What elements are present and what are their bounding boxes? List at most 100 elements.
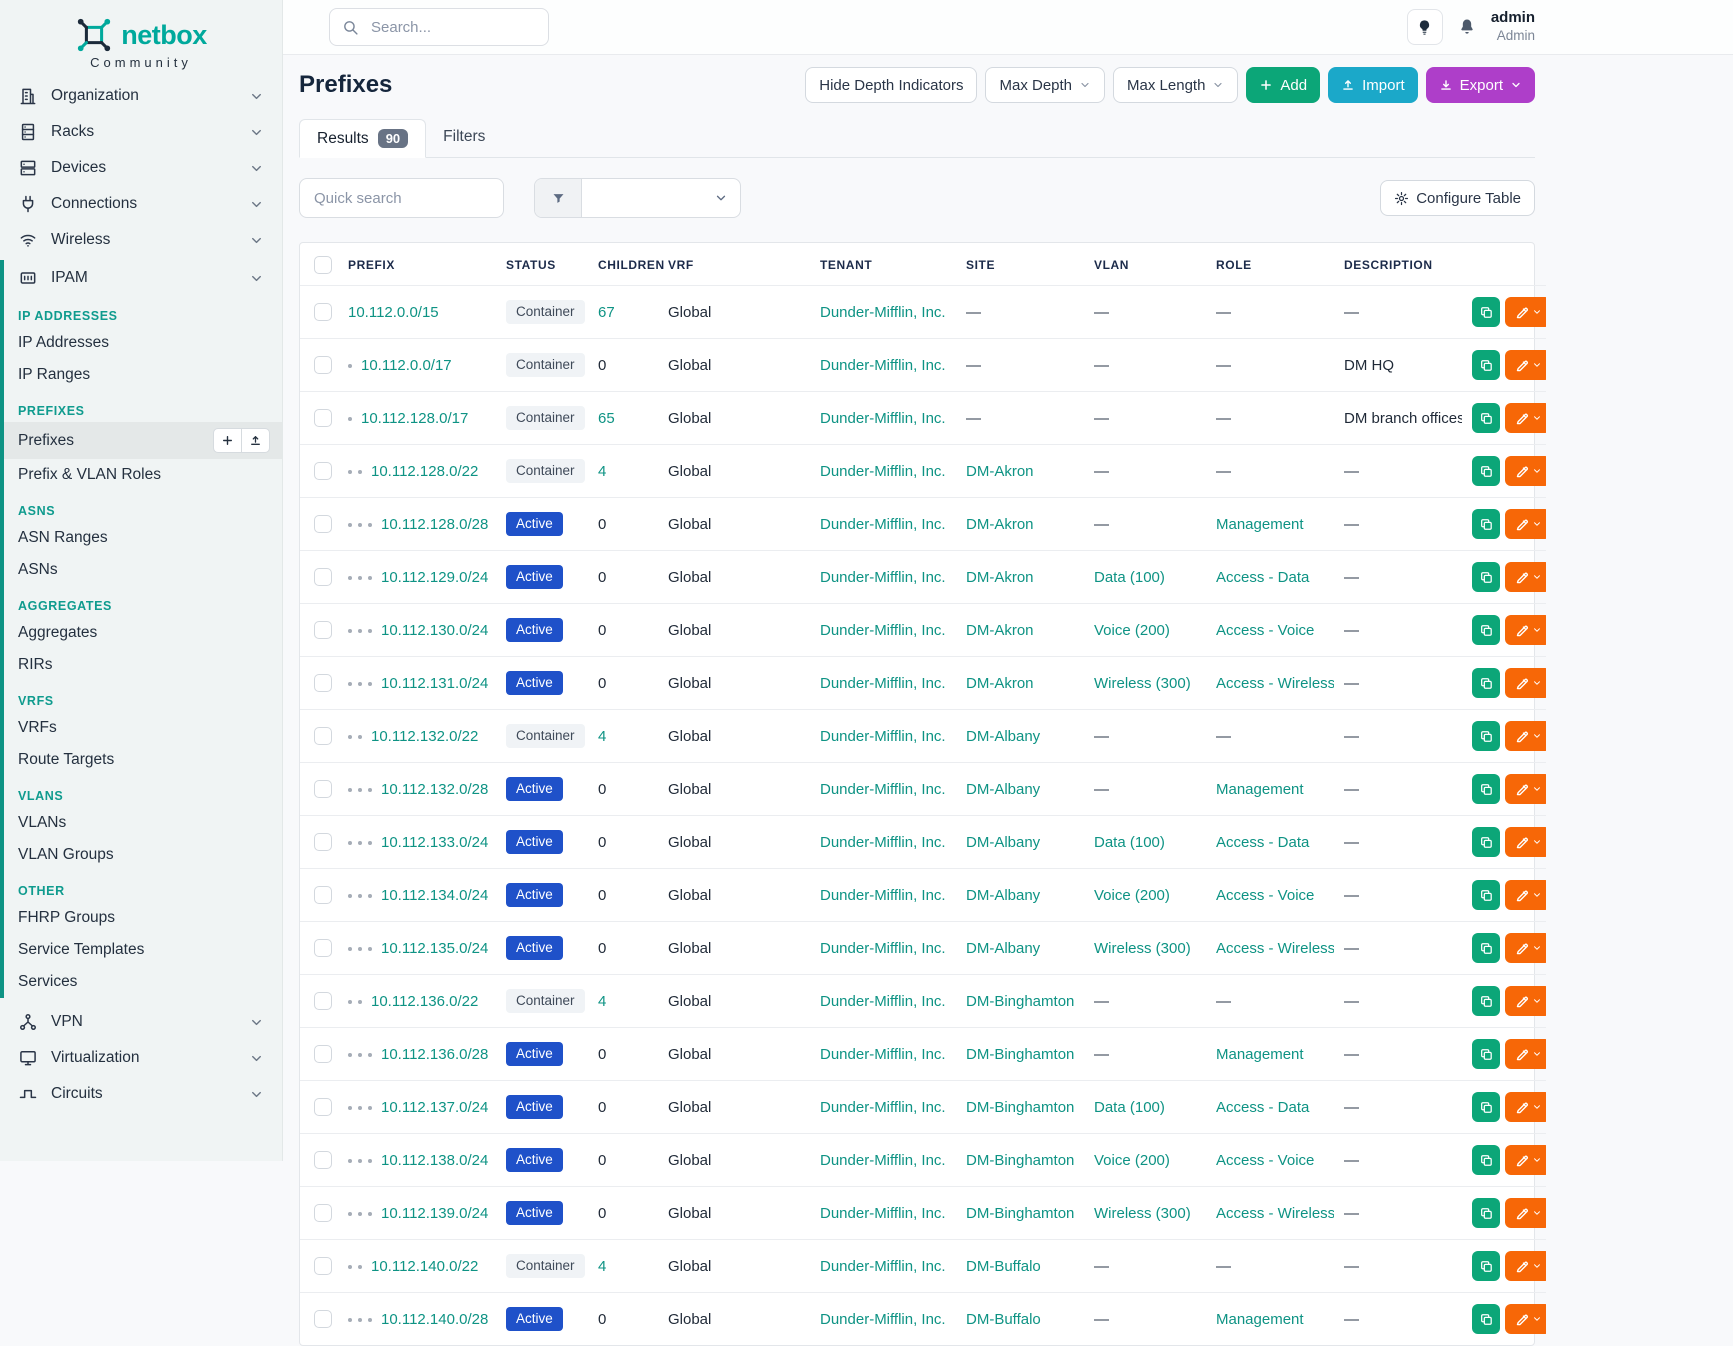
tenant-link[interactable]: Dunder-Mifflin, Inc. bbox=[820, 1099, 946, 1116]
tenant-link[interactable]: Dunder-Mifflin, Inc. bbox=[820, 1046, 946, 1063]
edit-button[interactable] bbox=[1505, 721, 1546, 751]
sidebar-item-ipam[interactable]: IPAM bbox=[4, 260, 282, 296]
sidebar-item-prefix-vlan-roles[interactable]: Prefix & VLAN Roles bbox=[4, 459, 282, 491]
vlan-link[interactable]: Data (100) bbox=[1094, 834, 1165, 851]
sidebar-item-vlan-groups[interactable]: VLAN Groups bbox=[4, 839, 282, 871]
children-link[interactable]: 4 bbox=[598, 993, 606, 1010]
hide-depth-indicators-button[interactable]: Hide Depth Indicators bbox=[805, 67, 977, 103]
tenant-link[interactable]: Dunder-Mifflin, Inc. bbox=[820, 1205, 946, 1222]
row-checkbox[interactable] bbox=[314, 356, 332, 374]
sidebar-item-asn-ranges[interactable]: ASN Ranges bbox=[4, 522, 282, 554]
prefix-link[interactable]: 10.112.140.0/22 bbox=[371, 1258, 478, 1275]
column-header-children[interactable]: CHILDREN bbox=[588, 243, 658, 286]
copy-button[interactable] bbox=[1472, 1145, 1500, 1175]
prefix-link[interactable]: 10.112.128.0/22 bbox=[371, 463, 478, 480]
prefix-link[interactable]: 10.112.135.0/24 bbox=[381, 940, 488, 957]
tenant-link[interactable]: Dunder-Mifflin, Inc. bbox=[820, 516, 946, 533]
children-link[interactable]: 65 bbox=[598, 410, 615, 427]
notifications-button[interactable] bbox=[1457, 17, 1477, 37]
role-link[interactable]: Access - Wireless bbox=[1216, 675, 1334, 692]
theme-toggle-button[interactable] bbox=[1407, 9, 1443, 45]
tenant-link[interactable]: Dunder-Mifflin, Inc. bbox=[820, 622, 946, 639]
site-link[interactable]: DM-Binghamton bbox=[966, 1099, 1074, 1116]
prefix-link[interactable]: 10.112.132.0/22 bbox=[371, 728, 478, 745]
prefix-link[interactable]: 10.112.138.0/24 bbox=[381, 1152, 488, 1169]
role-link[interactable]: Access - Data bbox=[1216, 1099, 1309, 1116]
saved-filter-select[interactable] bbox=[582, 179, 740, 217]
tenant-link[interactable]: Dunder-Mifflin, Inc. bbox=[820, 834, 946, 851]
site-link[interactable]: DM-Albany bbox=[966, 728, 1040, 745]
prefix-link[interactable]: 10.112.129.0/24 bbox=[381, 569, 488, 586]
prefix-link[interactable]: 10.112.132.0/28 bbox=[381, 781, 488, 798]
role-link[interactable]: Access - Wireless bbox=[1216, 1205, 1334, 1222]
configure-table-button[interactable]: Configure Table bbox=[1380, 180, 1535, 216]
site-link[interactable]: DM-Binghamton bbox=[966, 993, 1074, 1010]
role-link[interactable]: Management bbox=[1216, 516, 1304, 533]
add-button[interactable]: Add bbox=[1246, 67, 1320, 103]
edit-button[interactable] bbox=[1505, 1304, 1546, 1334]
row-checkbox[interactable] bbox=[314, 833, 332, 851]
copy-button[interactable] bbox=[1472, 509, 1500, 539]
prefix-link[interactable]: 10.112.134.0/24 bbox=[381, 887, 488, 904]
vlan-link[interactable]: Data (100) bbox=[1094, 569, 1165, 586]
sidebar-item-service-templates[interactable]: Service Templates bbox=[4, 934, 282, 966]
vlan-link[interactable]: Wireless (300) bbox=[1094, 675, 1191, 692]
tenant-link[interactable]: Dunder-Mifflin, Inc. bbox=[820, 993, 946, 1010]
edit-button[interactable] bbox=[1505, 827, 1546, 857]
site-link[interactable]: DM-Akron bbox=[966, 463, 1034, 480]
edit-button[interactable] bbox=[1505, 1198, 1546, 1228]
site-link[interactable]: DM-Albany bbox=[966, 781, 1040, 798]
site-link[interactable]: DM-Akron bbox=[966, 675, 1034, 692]
tenant-link[interactable]: Dunder-Mifflin, Inc. bbox=[820, 728, 946, 745]
edit-button[interactable] bbox=[1505, 1145, 1546, 1175]
copy-button[interactable] bbox=[1472, 880, 1500, 910]
site-link[interactable]: DM-Albany bbox=[966, 940, 1040, 957]
prefix-link[interactable]: 10.112.128.0/17 bbox=[361, 410, 468, 427]
children-link[interactable]: 4 bbox=[598, 728, 606, 745]
edit-button[interactable] bbox=[1505, 933, 1546, 963]
prefix-link[interactable]: 10.112.128.0/28 bbox=[381, 516, 488, 533]
edit-button[interactable] bbox=[1505, 986, 1546, 1016]
tenant-link[interactable]: Dunder-Mifflin, Inc. bbox=[820, 781, 946, 798]
row-checkbox[interactable] bbox=[314, 462, 332, 480]
role-link[interactable]: Access - Voice bbox=[1216, 622, 1314, 639]
row-checkbox[interactable] bbox=[314, 727, 332, 745]
site-link[interactable]: DM-Buffalo bbox=[966, 1311, 1041, 1328]
tenant-link[interactable]: Dunder-Mifflin, Inc. bbox=[820, 887, 946, 904]
tenant-link[interactable]: Dunder-Mifflin, Inc. bbox=[820, 1152, 946, 1169]
row-checkbox[interactable] bbox=[314, 515, 332, 533]
edit-button[interactable] bbox=[1505, 880, 1546, 910]
edit-button[interactable] bbox=[1505, 456, 1546, 486]
prefix-link[interactable]: 10.112.136.0/28 bbox=[381, 1046, 488, 1063]
sidebar-item-rirs[interactable]: RIRs bbox=[4, 649, 282, 681]
edit-button[interactable] bbox=[1505, 668, 1546, 698]
edit-button[interactable] bbox=[1505, 615, 1546, 645]
role-link[interactable]: Access - Voice bbox=[1216, 1152, 1314, 1169]
edit-button[interactable] bbox=[1505, 403, 1546, 433]
site-link[interactable]: DM-Binghamton bbox=[966, 1152, 1074, 1169]
sidebar-item-racks[interactable]: Racks bbox=[0, 114, 282, 150]
column-header-site[interactable]: SITE bbox=[956, 243, 1084, 286]
role-link[interactable]: Access - Data bbox=[1216, 569, 1309, 586]
max-depth-dropdown[interactable]: Max Depth bbox=[985, 67, 1105, 103]
edit-button[interactable] bbox=[1505, 1092, 1546, 1122]
row-checkbox[interactable] bbox=[314, 939, 332, 957]
prefix-link[interactable]: 10.112.0.0/17 bbox=[361, 357, 452, 374]
site-link[interactable]: DM-Binghamton bbox=[966, 1046, 1074, 1063]
tenant-link[interactable]: Dunder-Mifflin, Inc. bbox=[820, 357, 946, 374]
prefix-link[interactable]: 10.112.0.0/15 bbox=[348, 304, 439, 321]
copy-button[interactable] bbox=[1472, 562, 1500, 592]
site-link[interactable]: DM-Akron bbox=[966, 516, 1034, 533]
row-checkbox[interactable] bbox=[314, 1045, 332, 1063]
tenant-link[interactable]: Dunder-Mifflin, Inc. bbox=[820, 1311, 946, 1328]
edit-button[interactable] bbox=[1505, 1039, 1546, 1069]
site-link[interactable]: DM-Buffalo bbox=[966, 1258, 1041, 1275]
copy-button[interactable] bbox=[1472, 986, 1500, 1016]
row-checkbox[interactable] bbox=[314, 1310, 332, 1328]
copy-button[interactable] bbox=[1472, 1092, 1500, 1122]
role-link[interactable]: Access - Voice bbox=[1216, 887, 1314, 904]
column-header-tenant[interactable]: TENANT bbox=[810, 243, 956, 286]
sidebar-item-vlans[interactable]: VLANs bbox=[4, 807, 282, 839]
copy-button[interactable] bbox=[1472, 1304, 1500, 1334]
prefix-link[interactable]: 10.112.137.0/24 bbox=[381, 1099, 488, 1116]
